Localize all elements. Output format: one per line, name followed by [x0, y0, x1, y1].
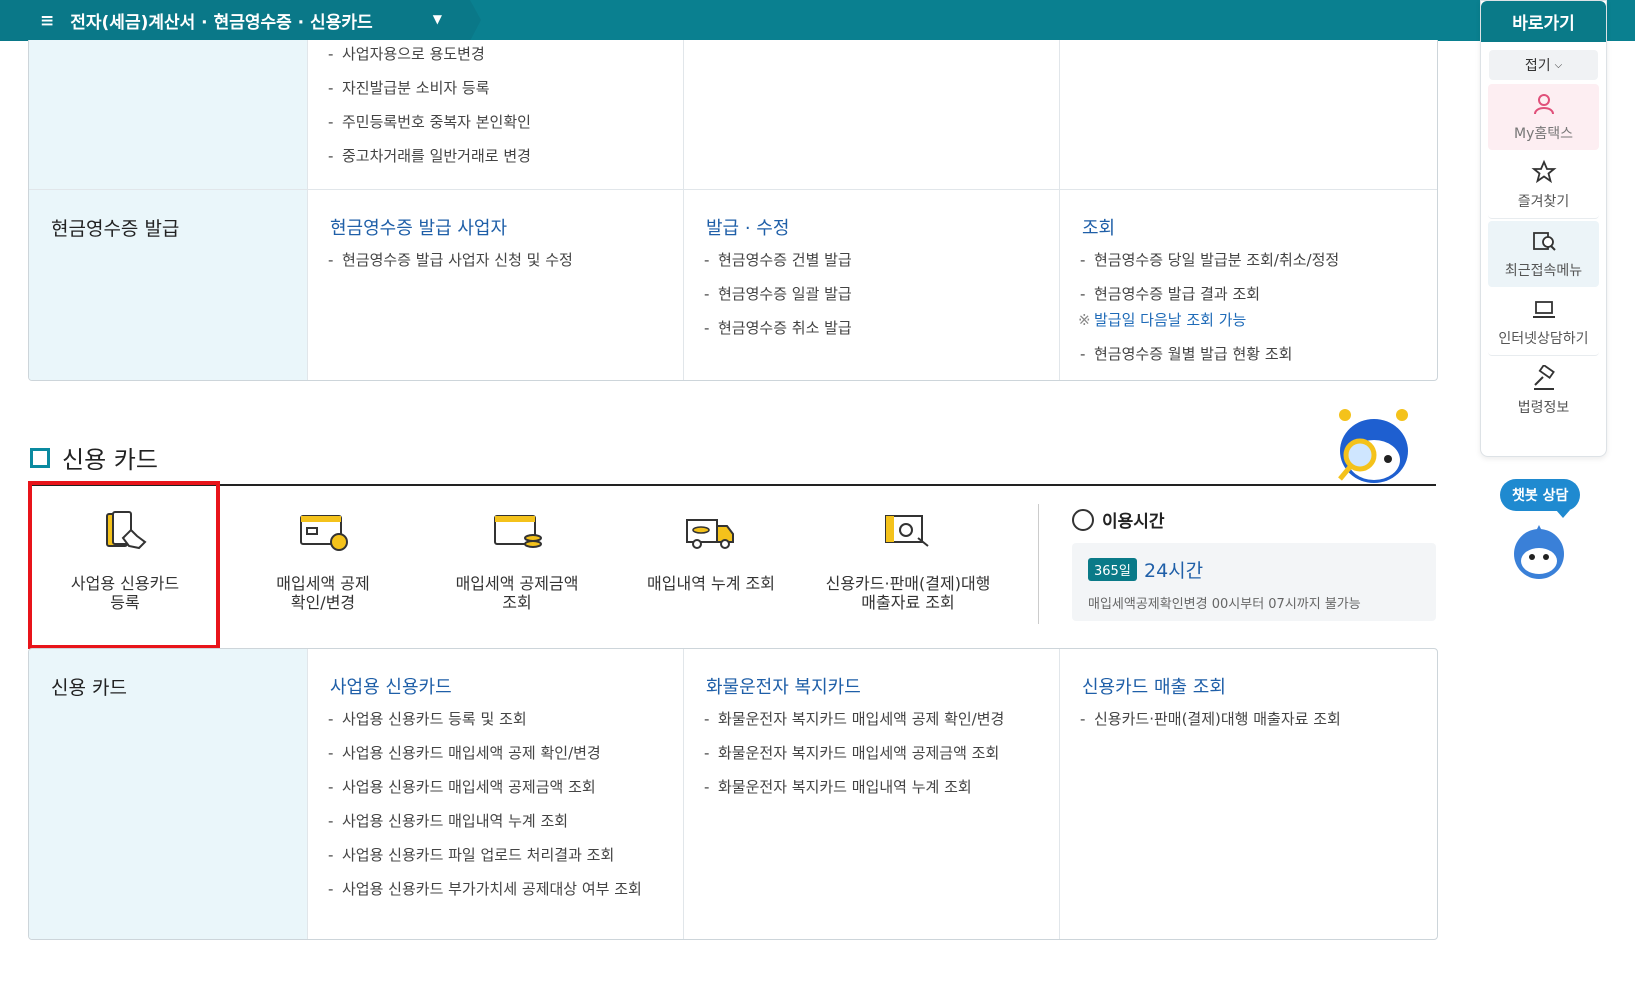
section-divider	[28, 484, 1436, 486]
list-item[interactable]: 사업용 신용카드 매입세액 공제금액 조회	[328, 777, 648, 798]
credit-col-sales: 신용카드 매출 조회 신용카드·판매(결제)대행 매출자료 조회	[1059, 649, 1437, 939]
breadcrumb-label: 전자(세금)계산서 · 현금영수증 · 신용카드	[70, 13, 373, 33]
cash-receipt-row: 현금영수증 발급 현금영수증 발급 사업자 현금영수증 발급 사업자 신청 및 …	[29, 190, 1437, 380]
cash-col-issue: 발급 · 수정 현금영수증 건별 발급 현금영수증 일괄 발급 현금영수증 취소…	[683, 190, 1060, 380]
list-item[interactable]: 사업용 신용카드 부가가치세 공제대상 여부 조회	[328, 879, 648, 900]
list-item[interactable]: 현금영수증 일괄 발급	[704, 284, 1044, 305]
card-amount-icon	[494, 515, 542, 548]
recent-menu-icon	[1532, 232, 1556, 251]
panel-title: 바로가기	[1481, 1, 1606, 42]
list-item[interactable]: 현금영수증 취소 발급	[704, 318, 1044, 339]
cash-receipt-head: 현금영수증 발급	[29, 190, 307, 380]
credit-card-head: 신용 카드	[29, 649, 307, 939]
top-bar: ≡ 전자(세금)계산서 · 현금영수증 · 신용카드 ▼	[0, 0, 1635, 41]
list-item[interactable]: 화물운전자 복지카드 매입세액 공제금액 조회	[704, 743, 1034, 764]
col-title[interactable]: 현금영수증 발급 사업자	[330, 214, 507, 240]
credit-col-business: 사업용 신용카드 사업용 신용카드 등록 및 조회 사업용 신용카드 매입세액 …	[307, 649, 684, 939]
square-bullet-icon	[30, 447, 50, 468]
breadcrumb[interactable]: ≡ 전자(세금)계산서 · 현금영수증 · 신용카드 ▼	[0, 0, 481, 41]
list-item[interactable]: 자진발급분 소비자 등록	[328, 78, 668, 99]
fold-button[interactable]: 접기 ⌵	[1489, 50, 1598, 80]
row-title: 현금영수증 발급	[51, 218, 180, 240]
credit-col-cargo: 화물운전자 복지카드 화물운전자 복지카드 매입세액 공제 확인/변경 화물운전…	[683, 649, 1060, 939]
highlight-box	[28, 481, 220, 649]
quick-link-panel: 바로가기 접기 ⌵ My홈택스 즐겨찾기 최근접속메뉴 인터넷상담하기 법령정보	[1480, 0, 1607, 457]
list-item[interactable]: 현금영수증 당일 발급분 조회/취소/정정	[1080, 250, 1420, 271]
col-title[interactable]: 신용카드 매출 조회	[1082, 673, 1226, 699]
truck-icon	[686, 519, 734, 549]
laptop-icon	[1532, 301, 1555, 318]
hamburger-icon[interactable]: ≡	[40, 11, 54, 31]
recent-menu-link[interactable]: 최근접속메뉴	[1488, 221, 1599, 287]
quick-deduction-amount[interactable]: 매입세액 공제금액 조회	[422, 508, 612, 612]
mascot-icon	[1338, 409, 1408, 483]
list-item[interactable]: 사업용 신용카드 파일 업로드 처리결과 조회	[328, 845, 648, 866]
list-item[interactable]: 신용카드·판매(결제)대행 매출자료 조회	[1080, 709, 1420, 730]
list-item[interactable]: 사업용 신용카드 등록 및 조회	[328, 709, 648, 730]
gavel-icon	[1533, 365, 1555, 390]
list-item[interactable]: 사업자용으로 용도변경	[328, 44, 668, 65]
clock-icon	[1072, 508, 1094, 531]
divider	[1038, 504, 1039, 624]
col-title[interactable]: 화물운전자 복지카드	[706, 673, 861, 699]
sales-data-icon	[885, 515, 929, 547]
cash-col-lookup: 조회 현금영수증 당일 발급분 조회/취소/정정 현금영수증 발급 결과 조회 …	[1059, 190, 1437, 380]
chevron-down-icon: ⌵	[1554, 59, 1563, 71]
credit-card-table: 신용 카드 사업용 신용카드 사업용 신용카드 등록 및 조회 사업용 신용카드…	[28, 648, 1438, 940]
hours-note: 매입세액공제확인변경 00시부터 07시까지 불가능	[1088, 597, 1361, 612]
list-item[interactable]: 현금영수증 월별 발급 현황 조회	[1080, 344, 1420, 365]
row-title: 신용 카드	[51, 677, 127, 699]
usage-hours: 이용시간 365일 24시간 매입세액공제확인변경 00시부터 07시까지 불가…	[1072, 507, 1436, 621]
favorites-link[interactable]: 즐겨찾기	[1488, 152, 1599, 219]
hours-box: 365일 24시간 매입세액공제확인변경 00시부터 07시까지 불가능	[1072, 543, 1436, 621]
col-title[interactable]: 발급 · 수정	[706, 214, 789, 240]
quick-sales-data[interactable]: 신용카드·판매(결제)대행 매출자료 조회	[808, 508, 1008, 612]
my-hometax-link[interactable]: My홈택스	[1488, 84, 1599, 150]
section-title: 신용 카드	[30, 440, 158, 475]
note-text: 발급일 다음날 조회 가능	[1078, 310, 1420, 331]
list-item[interactable]: 화물운전자 복지카드 매입세액 공제 확인/변경	[704, 709, 1034, 730]
quick-purchase-total[interactable]: 매입내역 누계 조회	[616, 508, 806, 593]
chatbot-button[interactable]: 챗봇 상담	[1500, 479, 1581, 518]
hours-value: 24시간	[1144, 560, 1204, 582]
list-item[interactable]: 사업용 신용카드 매입내역 누계 조회	[328, 811, 648, 832]
chevron-down-icon[interactable]: ▼	[433, 12, 442, 26]
list-item[interactable]: 현금영수증 발급 결과 조회	[1080, 284, 1420, 305]
chatbot-mascot-icon[interactable]	[1508, 521, 1570, 583]
list-item[interactable]: 주민등록번호 중복자 본인확인	[328, 112, 668, 133]
status-badge: 365일	[1088, 558, 1137, 581]
list-item[interactable]: 현금영수증 건별 발급	[704, 250, 1044, 271]
list-item[interactable]: 현금영수증 발급 사업자 신청 및 수정	[328, 250, 668, 271]
col-title[interactable]: 조회	[1082, 214, 1115, 240]
quick-deduction-change[interactable]: 매입세액 공제 확인/변경	[228, 508, 418, 612]
star-icon	[1530, 159, 1557, 184]
col-title[interactable]: 사업용 신용카드	[330, 673, 452, 699]
law-info-link[interactable]: 법령정보	[1488, 358, 1599, 424]
card-deduction-icon	[300, 515, 348, 551]
list-item[interactable]: 중고차거래를 일반거래로 변경	[328, 146, 668, 167]
cash-col-issuer: 현금영수증 발급 사업자 현금영수증 발급 사업자 신청 및 수정	[307, 190, 684, 380]
internet-consult-link[interactable]: 인터넷상담하기	[1488, 289, 1599, 356]
person-icon	[1533, 94, 1554, 115]
list-item[interactable]: 사업용 신용카드 매입세액 공제 확인/변경	[328, 743, 648, 764]
top-card: 사업자용으로 용도변경 자진발급분 소비자 등록 주민등록번호 중복자 본인확인…	[28, 40, 1438, 381]
list-item[interactable]: 화물운전자 복지카드 매입내역 누계 조회	[704, 777, 1034, 798]
